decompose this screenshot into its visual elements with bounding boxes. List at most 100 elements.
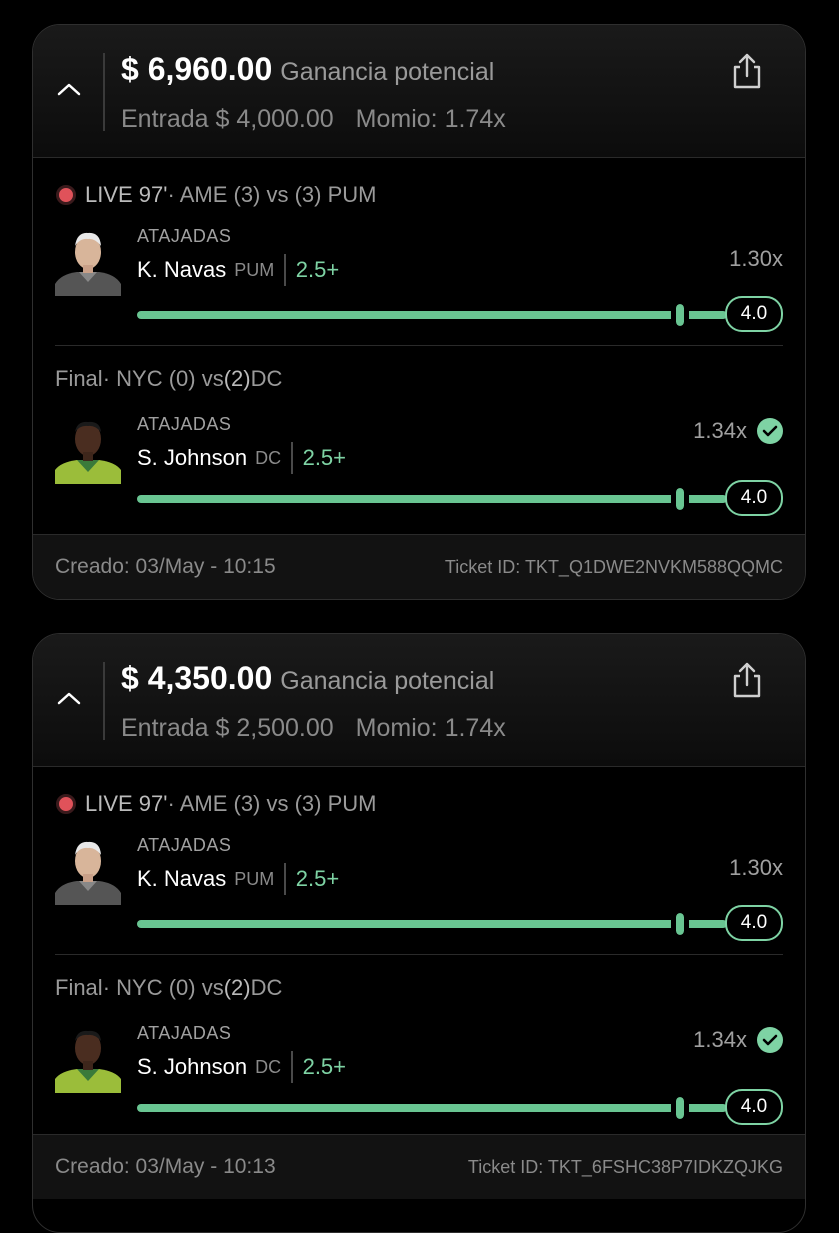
ticket-id: Ticket ID: TKT_Q1DWE2NVKM588QQMC [444, 557, 783, 577]
match-team: DC [250, 366, 283, 391]
ticket-header: $ 6,960.00 Ganancia potencial Entrada $ 4… [33, 25, 805, 158]
target-pill: 4.0 [725, 1089, 783, 1125]
live-indicator [56, 794, 76, 814]
leg-status: Final · NYC (0) vs (2) DC [55, 975, 282, 1001]
payout-amount: $ 6,960.00 [121, 51, 273, 87]
live-indicator [56, 185, 76, 205]
player-row: S. Johnson DC 2.5+ [137, 1051, 346, 1083]
final-status: Final [55, 366, 103, 391]
live-clock: LIVE 97' [85, 791, 168, 816]
line-value: 2.5+ [295, 257, 340, 282]
chevron-up-icon[interactable] [55, 684, 83, 712]
odds: Momio: 1.74x [355, 105, 506, 133]
line-value: 2.5+ [295, 866, 340, 891]
match-info: · NYC (0) vs [102, 366, 224, 391]
ticket-card: $ 4,350.00 Ganancia potencial Entrada $ 2… [32, 633, 806, 1233]
created-date: Creado: 03/May - 10:13 [55, 1155, 276, 1178]
leg-status: Final · NYC (0) vs (2) DC [55, 366, 282, 392]
stat-label: ATAJADAS [137, 1023, 232, 1043]
entry-amount: Entrada $ 2,500.00 [121, 714, 334, 742]
ticket-header: $ 4,350.00 Ganancia potencial Entrada $ 2… [33, 634, 805, 767]
player-team: DC [255, 1056, 282, 1077]
line-value: 2.5+ [302, 1054, 347, 1079]
multiplier-value: 1.34x [693, 1027, 747, 1052]
multiplier: 1.30x [729, 855, 783, 881]
player-row: K. Navas PUM 2.5+ [137, 254, 339, 286]
target-pill: 4.0 [725, 480, 783, 516]
multiplier: 1.30x [729, 246, 783, 272]
multiplier: 1.34x [693, 1027, 783, 1053]
potential-payout: $ 4,350.00 Ganancia potencial [121, 660, 494, 697]
live-clock: LIVE 97' [85, 182, 168, 207]
header-divider [103, 53, 105, 131]
stat-label: ATAJADAS [137, 414, 232, 434]
multiplier-value: 1.34x [693, 418, 747, 443]
multiplier-value: 1.30x [729, 855, 783, 880]
stat-label: ATAJADAS [137, 835, 232, 855]
check-circle-icon [757, 418, 783, 444]
player-name: K. Navas [137, 257, 227, 282]
divider [291, 1051, 293, 1083]
odds: Momio: 1.74x [355, 714, 506, 742]
entry-line: Entrada $ 2,500.00 Momio: 1.74x [121, 714, 506, 743]
line-value: 2.5+ [302, 445, 347, 470]
match-info: · NYC (0) vs [102, 975, 224, 1000]
player-name: K. Navas [137, 866, 227, 891]
player-avatar [55, 1021, 121, 1093]
header-divider [103, 662, 105, 740]
leg: Final · NYC (0) vs (2) DC ATAJADAS S. Jo… [55, 955, 783, 1143]
progress-marker [670, 299, 689, 331]
stat-label: ATAJADAS [137, 226, 232, 246]
multiplier: 1.34x [693, 418, 783, 444]
player-team: PUM [234, 259, 275, 280]
ticket-footer: Creado: 03/May - 10:13 Ticket ID: TKT_6F… [33, 1134, 805, 1199]
progress-track [137, 483, 727, 515]
payout-label: Ganancia potencial [280, 58, 495, 86]
player-avatar [55, 833, 121, 905]
payout-label: Ganancia potencial [280, 667, 495, 695]
entry-amount: Entrada $ 4,000.00 [121, 105, 334, 133]
leg: LIVE 97' · AME (3) vs (3) PUM ATAJADAS K… [55, 158, 783, 346]
leg-status: LIVE 97' · AME (3) vs (3) PUM [55, 791, 377, 817]
match-score: (2) [223, 366, 251, 391]
chevron-up-icon[interactable] [55, 75, 83, 103]
player-avatar [55, 224, 121, 296]
payout-amount: $ 4,350.00 [121, 660, 273, 696]
player-row: S. Johnson DC 2.5+ [137, 442, 346, 474]
progress-track [137, 1092, 727, 1124]
entry-line: Entrada $ 4,000.00 Momio: 1.74x [121, 105, 506, 134]
player-name: S. Johnson [137, 445, 248, 470]
player-name: S. Johnson [137, 1054, 248, 1079]
match-info: · AME (3) vs (3) PUM [167, 791, 377, 816]
player-avatar [55, 412, 121, 484]
ticket-footer: Creado: 03/May - 10:15 Ticket ID: TKT_Q1… [33, 534, 805, 599]
progress-marker [670, 483, 689, 515]
share-icon[interactable] [729, 51, 765, 91]
divider [291, 442, 293, 474]
player-team: PUM [234, 868, 275, 889]
divider [284, 863, 286, 895]
player-row: K. Navas PUM 2.5+ [137, 863, 339, 895]
potential-payout: $ 6,960.00 Ganancia potencial [121, 51, 494, 88]
multiplier-value: 1.30x [729, 246, 783, 271]
progress-track [137, 299, 727, 331]
match-info: · AME (3) vs (3) PUM [167, 182, 377, 207]
progress-marker [670, 908, 689, 940]
leg: Final · NYC (0) vs (2) DC ATAJADAS S. Jo… [55, 346, 783, 534]
final-status: Final [55, 975, 103, 1000]
leg-status: LIVE 97' · AME (3) vs (3) PUM [55, 182, 377, 208]
player-team: DC [255, 447, 282, 468]
share-icon[interactable] [729, 660, 765, 700]
divider [284, 254, 286, 286]
match-team: DC [250, 975, 283, 1000]
target-pill: 4.0 [725, 296, 783, 332]
progress-track [137, 908, 727, 940]
progress-marker [670, 1092, 689, 1124]
check-circle-icon [757, 1027, 783, 1053]
match-score: (2) [223, 975, 251, 1000]
ticket-card: $ 6,960.00 Ganancia potencial Entrada $ 4… [32, 24, 806, 600]
leg: LIVE 97' · AME (3) vs (3) PUM ATAJADAS K… [55, 767, 783, 955]
created-date: Creado: 03/May - 10:15 [55, 555, 276, 578]
ticket-id: Ticket ID: TKT_6FSHC38P7IDKZQJKG [467, 1157, 783, 1177]
target-pill: 4.0 [725, 905, 783, 941]
